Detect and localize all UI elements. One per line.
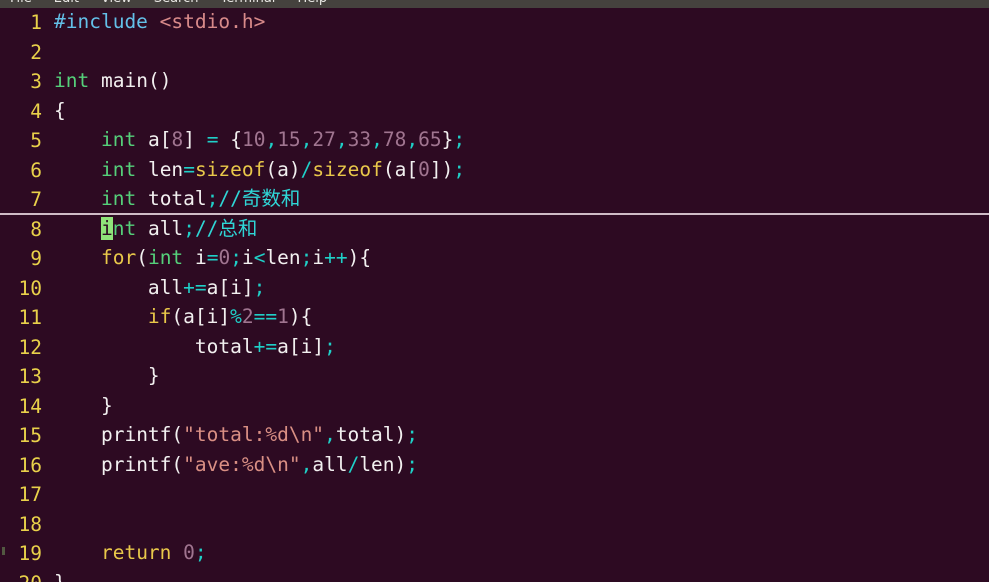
code-line-8-current[interactable]: 8 int all;//总和 [0, 215, 989, 245]
line-number: 8 [30, 217, 42, 241]
code-line-14[interactable]: 14 } [0, 392, 989, 422]
code-text[interactable]: printf("ave:%d\n",all/len); [52, 451, 989, 481]
line-number: 9 [30, 247, 42, 270]
editor-window: File Edit View Search Terminal Help 1 #i… [0, 0, 989, 582]
code-line-2[interactable]: 2 [0, 38, 989, 68]
code-text[interactable]: total+=a[i]; [52, 333, 989, 363]
line-number: 20 [0, 569, 52, 582]
code-text[interactable]: int total;//奇数和 [52, 185, 989, 215]
line-number: 7 [30, 188, 42, 211]
code-line-20[interactable]: 20 } [0, 569, 989, 582]
line-number: 16 [18, 453, 42, 477]
code-text[interactable]: int a[8] = {10,15,27,33,78,65}; [52, 126, 989, 156]
code-editor-area[interactable]: 1 #include <stdio.h> 2 3 int main() 4 { … [0, 8, 989, 582]
code-line-16[interactable]: 16 printf("ave:%d\n",all/len); [0, 451, 989, 481]
line-number: 19 [18, 542, 42, 565]
menu-item-file[interactable]: File [10, 0, 32, 6]
code-line-1[interactable]: 1 #include <stdio.h> [0, 8, 989, 38]
code-line-6[interactable]: 6 int len=sizeof(a)/sizeof(a[0]); [0, 156, 989, 186]
code-text[interactable]: } [52, 569, 989, 582]
menu-item-search[interactable]: Search [154, 0, 199, 6]
line-number: 1 [30, 11, 42, 34]
line-number: 4 [30, 99, 42, 123]
code-text[interactable] [52, 480, 989, 510]
code-line-5[interactable]: 5 int a[8] = {10,15,27,33,78,65}; [0, 126, 989, 156]
menu-item-help[interactable]: Help [297, 0, 327, 6]
code-line-7[interactable]: 7 int total;//奇数和 [0, 185, 989, 215]
line-number: 13 [18, 365, 42, 388]
gutter-marker-icon [2, 547, 5, 555]
code-line-17[interactable]: 17 [0, 480, 989, 510]
line-number: 10 [18, 276, 42, 300]
code-text[interactable]: if(a[i]%2==1){ [52, 303, 989, 333]
code-line-11[interactable]: 11 if(a[i]%2==1){ [0, 303, 989, 333]
code-text[interactable]: } [52, 392, 989, 422]
line-number: 2 [30, 40, 42, 64]
code-text[interactable] [52, 38, 989, 68]
code-line-19[interactable]: 19 return 0; [0, 539, 989, 569]
code-line-4[interactable]: 4 { [0, 97, 989, 127]
text-cursor: i [100, 216, 113, 240]
menu-item-view[interactable]: View [101, 0, 132, 6]
code-line-12[interactable]: 12 total+=a[i]; [0, 333, 989, 363]
code-text[interactable]: } [52, 362, 989, 392]
code-line-9[interactable]: 9 for(int i=0;i<len;i++){ [0, 244, 989, 274]
code-text[interactable]: all+=a[i]; [52, 274, 989, 304]
line-number: 6 [30, 158, 42, 182]
code-text[interactable]: int all;//总和 [52, 215, 989, 245]
menu-item-terminal[interactable]: Terminal [220, 0, 275, 6]
code-text[interactable]: int main() [52, 67, 989, 97]
line-number: 18 [18, 512, 42, 536]
menu-bar[interactable]: File Edit View Search Terminal Help [0, 0, 989, 8]
code-text[interactable]: printf("total:%d\n",total); [52, 421, 989, 451]
code-line-18[interactable]: 18 [0, 510, 989, 540]
line-number: 11 [18, 306, 42, 329]
code-text[interactable]: return 0; [52, 539, 989, 569]
code-line-3[interactable]: 3 int main() [0, 67, 989, 97]
code-lines-table: 1 #include <stdio.h> 2 3 int main() 4 { … [0, 8, 989, 582]
code-line-13[interactable]: 13 } [0, 362, 989, 392]
code-text[interactable]: #include <stdio.h> [52, 8, 989, 38]
line-number: 5 [30, 129, 42, 152]
line-number: 3 [30, 70, 42, 93]
line-number: 17 [18, 483, 42, 506]
code-text[interactable]: int len=sizeof(a)/sizeof(a[0]); [52, 156, 989, 186]
menu-item-edit[interactable]: Edit [54, 0, 79, 6]
line-number: 14 [18, 394, 42, 418]
code-text[interactable]: { [52, 97, 989, 127]
code-line-15[interactable]: 15 printf("total:%d\n",total); [0, 421, 989, 451]
code-text[interactable] [52, 510, 989, 540]
line-number: 12 [18, 335, 42, 359]
code-text[interactable]: for(int i=0;i<len;i++){ [52, 244, 989, 274]
code-line-10[interactable]: 10 all+=a[i]; [0, 274, 989, 304]
line-number: 15 [18, 424, 42, 447]
